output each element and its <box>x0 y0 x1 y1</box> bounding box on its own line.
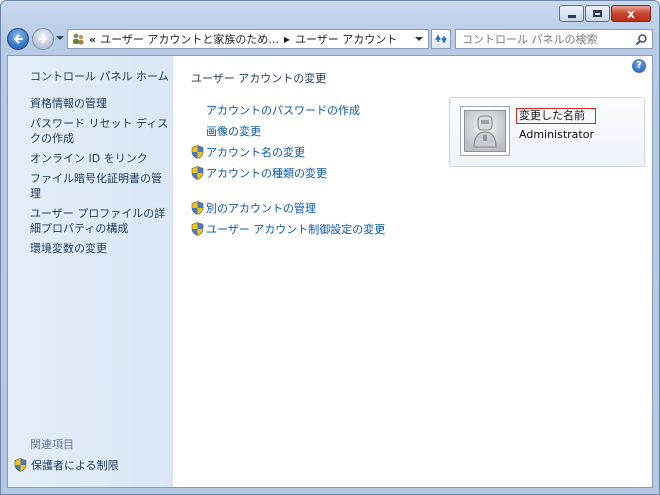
sidebar-item-environment-variables[interactable]: 環境変数の変更 <box>30 241 170 256</box>
task-list: アカウントのパスワードの作成 画像の変更 アカウント名の変更 アカウントの種類の… <box>191 102 385 242</box>
task-sidebar: コントロール パネル ホーム 資格情報の管理 パスワード リセット ディスクの作… <box>8 56 173 487</box>
main-panel: ? ユーザー アカウントの変更 アカウントのパスワードの作成 画像の変更 アカウ… <box>173 56 652 487</box>
breadcrumb-separator-icon[interactable]: ▶ <box>284 35 290 44</box>
breadcrumb-overflow[interactable]: « <box>89 33 96 46</box>
task-label: アカウントの種類の変更 <box>206 167 327 180</box>
sidebar-links: 資格情報の管理 パスワード リセット ディスクの作成 オンライン ID をリンク… <box>30 96 170 261</box>
refresh-button[interactable] <box>431 29 451 49</box>
caption-buttons: x <box>559 5 651 22</box>
task-label: アカウントのパスワードの作成 <box>206 104 360 117</box>
avatar <box>460 106 510 156</box>
search-icon[interactable] <box>635 33 648 46</box>
task-create-password[interactable]: アカウントのパスワードの作成 <box>191 102 385 118</box>
minimize-button[interactable] <box>559 5 584 22</box>
control-panel-window: x « ユーザー アカウントと家族のため... ▶ ユーザー アカウント コント… <box>0 0 660 495</box>
close-icon: x <box>627 6 635 21</box>
back-arrow-icon <box>13 34 23 44</box>
sidebar-item-encryption-certificates[interactable]: ファイル暗号化証明書の管理 <box>30 171 170 201</box>
sidebar-item-profile-properties[interactable]: ユーザー プロファイルの詳細プロパティの構成 <box>30 206 170 236</box>
address-bar[interactable]: « ユーザー アカウントと家族のため... ▶ ユーザー アカウント <box>67 29 429 49</box>
navigation-bar: « ユーザー アカウントと家族のため... ▶ ユーザー アカウント コントロー… <box>7 27 653 53</box>
minimize-icon <box>567 15 576 18</box>
address-dropdown-icon[interactable] <box>415 37 423 41</box>
refresh-icon <box>435 34 447 44</box>
users-control-panel-icon <box>73 33 84 45</box>
avatar-picture <box>464 110 506 152</box>
sidebar-item-manage-credentials[interactable]: 資格情報の管理 <box>30 96 170 111</box>
maximize-button[interactable] <box>585 5 610 22</box>
task-uac-settings[interactable]: ユーザー アカウント制御設定の変更 <box>191 221 385 237</box>
content-area: コントロール パネル ホーム 資格情報の管理 パスワード リセット ディスクの作… <box>7 55 653 488</box>
account-type: Administrator <box>519 128 594 141</box>
search-placeholder: コントロール パネルの検索 <box>462 33 598 46</box>
page-title: ユーザー アカウントの変更 <box>191 72 327 85</box>
parental-controls-label: 保護者による制限 <box>31 459 119 472</box>
breadcrumb-family-safety[interactable]: ユーザー アカウントと家族のため... <box>100 31 279 47</box>
search-input[interactable]: コントロール パネルの検索 <box>455 29 653 49</box>
task-spacer <box>191 186 385 200</box>
uac-shield-icon <box>191 145 204 159</box>
close-button[interactable]: x <box>611 5 651 22</box>
task-change-account-name[interactable]: アカウント名の変更 <box>191 144 385 160</box>
control-panel-home-link[interactable]: コントロール パネル ホーム <box>30 68 169 84</box>
recent-pages-dropdown[interactable] <box>56 36 64 40</box>
uac-shield-icon <box>191 222 204 236</box>
uac-shield-icon <box>14 458 27 472</box>
task-change-picture[interactable]: 画像の変更 <box>191 123 385 139</box>
back-button[interactable] <box>7 28 29 50</box>
user-avatar-icon <box>473 115 497 148</box>
forward-button[interactable] <box>32 28 54 50</box>
sidebar-item-parental-controls[interactable]: 保護者による制限 <box>14 457 119 473</box>
uac-shield-icon <box>191 166 204 180</box>
sidebar-item-link-online-id[interactable]: オンライン ID をリンク <box>30 151 170 166</box>
task-change-account-type[interactable]: アカウントの種類の変更 <box>191 165 385 181</box>
task-label: 画像の変更 <box>206 125 261 138</box>
task-label: アカウント名の変更 <box>206 146 305 159</box>
account-card: 変更した名前 Administrator <box>449 97 645 167</box>
uac-shield-icon <box>191 201 204 215</box>
task-label: ユーザー アカウント制御設定の変更 <box>206 223 386 236</box>
breadcrumb-user-accounts[interactable]: ユーザー アカウント <box>295 31 397 47</box>
sidebar-item-password-reset-disk[interactable]: パスワード リセット ディスクの作成 <box>30 116 170 146</box>
task-manage-another-account[interactable]: 別のアカウントの管理 <box>191 200 385 216</box>
see-also-heading: 関連項目 <box>30 438 74 451</box>
help-icon[interactable]: ? <box>632 59 646 73</box>
forward-arrow-icon <box>38 34 48 44</box>
task-label: 別のアカウントの管理 <box>206 202 316 215</box>
maximize-icon <box>593 10 602 17</box>
account-name: 変更した名前 <box>516 108 596 124</box>
